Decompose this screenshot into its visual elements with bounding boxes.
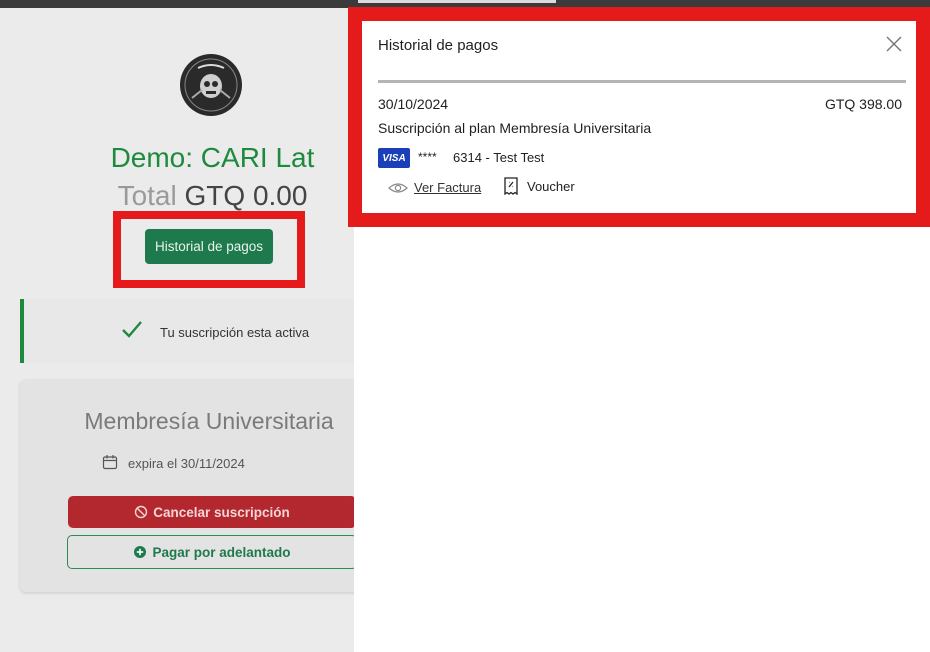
card-mask: **** (418, 150, 437, 164)
view-invoice-label: Ver Factura (414, 180, 482, 195)
subscription-status-alert: Tu suscripción esta activa (20, 299, 354, 363)
history-button-highlight (113, 211, 305, 288)
drawer-title: Historial de pagos (378, 37, 499, 54)
drawer-divider (378, 80, 906, 83)
cancel-subscription-button[interactable]: Cancelar suscripción (68, 496, 354, 528)
cancel-subscription-label: Cancelar suscripción (153, 504, 290, 520)
view-invoice-link[interactable]: Ver Factura (388, 180, 481, 195)
payment-date: 30/10/2024 (378, 96, 449, 112)
total-label: Total (117, 180, 177, 211)
calendar-icon (102, 455, 118, 470)
store-title: Demo: CARI Lat (110, 142, 315, 173)
pay-ahead-label: Pagar por adelantado (152, 544, 291, 560)
total-line: Total GTQ 0.00 (0, 180, 354, 212)
subscription-page: Demo: CARI Lat Total GTQ 0.00 Historial … (0, 8, 354, 652)
check-icon (122, 321, 142, 338)
close-icon[interactable] (885, 35, 903, 53)
voucher-link[interactable]: Voucher (503, 177, 575, 195)
browser-tab-indicator (358, 0, 556, 3)
expiry-text: expira el 30/11/2024 (128, 456, 245, 471)
card-holder: 6314 - Test Test (453, 150, 545, 165)
plan-name: Membresía Universitaria (84, 408, 334, 434)
visa-icon: VISA (378, 148, 410, 168)
pay-ahead-button[interactable]: Pagar por adelantado (67, 535, 354, 569)
eye-icon (388, 182, 408, 193)
plan-card: Membresía Universitaria expira el 30/11/… (20, 380, 354, 592)
status-text: Tu suscripción esta activa (160, 325, 310, 340)
payment-description: Suscripción al plan Membresía Universita… (378, 120, 652, 136)
voucher-label: Voucher (527, 178, 575, 194)
plus-circle-icon (134, 546, 147, 558)
ban-icon (135, 505, 148, 519)
bikers-logo (180, 54, 242, 116)
total-value: GTQ 0.00 (184, 180, 308, 211)
payment-amount: GTQ 398.00 (824, 96, 902, 112)
receipt-icon (504, 177, 518, 195)
